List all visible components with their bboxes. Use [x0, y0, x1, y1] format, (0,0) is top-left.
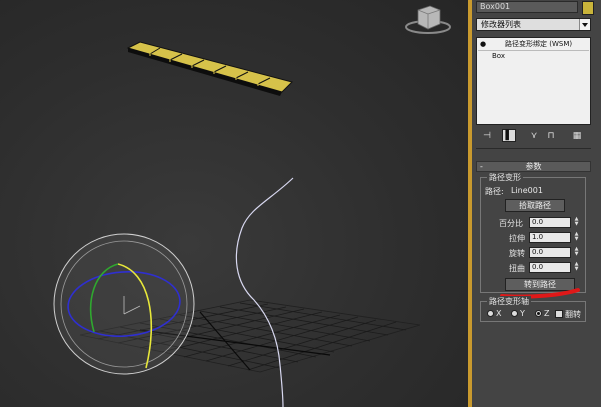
axis-x-radio[interactable] [487, 310, 494, 317]
stack-item-box[interactable]: Box [478, 50, 589, 62]
param-label-stretch: 拉伸 [509, 234, 525, 243]
rotation-spinner[interactable]: ▲ ▼ [573, 247, 580, 258]
percent-spinner[interactable]: ▲ ▼ [573, 217, 580, 228]
pin-stack-icon[interactable]: ⊣ [480, 129, 494, 142]
stretch-field[interactable]: 1.0 [529, 232, 571, 243]
move-to-path-button[interactable]: 转到路径 [505, 278, 575, 291]
param-label-rotation: 旋转 [509, 249, 525, 258]
show-end-result-icon[interactable]: ▌ [502, 129, 516, 142]
view-cube [405, 5, 451, 34]
make-unique-icon[interactable]: ⋎ [527, 129, 541, 142]
collapse-icon: - [480, 162, 483, 171]
rollout-title-label: 参数 [525, 162, 542, 171]
group-title: 路径变形 [487, 172, 523, 183]
path-deform-group: 路径变形 路径: Line001 拾取路径 百分比 0.0 ▲ ▼ 拉伸 1.0 … [480, 172, 586, 293]
percent-field[interactable]: 0.0 [529, 217, 571, 228]
path-deform-axis-group: 路径变形轴 X Y Z 翻转 [480, 296, 586, 322]
modifier-stack[interactable]: ● 路径变形绑定 (WSM) Box [476, 37, 591, 125]
twist-spinner[interactable]: ▲ ▼ [573, 262, 580, 273]
axis-z-radio[interactable] [535, 310, 542, 317]
modifier-list-dropdown[interactable]: 修改器列表 [476, 18, 591, 31]
rotation-field[interactable]: 0.0 [529, 247, 571, 258]
stretch-spinner[interactable]: ▲ ▼ [573, 232, 580, 243]
perspective-viewport[interactable] [0, 0, 470, 407]
modify-panel: Box001 修改器列表 ● 路径变形绑定 (WSM) Box ⊣ ▌ ⋎ ⊓ … [472, 0, 601, 407]
object-color-swatch[interactable] [582, 1, 594, 15]
pick-path-button[interactable]: 拾取路径 [505, 199, 565, 212]
parameters-rollout-title[interactable]: - 参数 [476, 161, 591, 172]
modifier-list-label: 修改器列表 [481, 20, 521, 29]
stack-item-pathdeform[interactable]: ● 路径变形绑定 (WSM) [478, 39, 589, 50]
configure-modifier-sets-icon[interactable]: ▦ [570, 129, 584, 142]
axis-y-radio[interactable] [511, 310, 518, 317]
box001-mesh [126, 41, 293, 96]
stack-item-label: 路径变形绑定 (WSM) [505, 40, 573, 48]
object-name-field[interactable]: Box001 [476, 1, 578, 13]
path-value: Line001 [511, 186, 543, 195]
chevron-down-icon [579, 19, 590, 30]
axis-y-label: Y [520, 309, 525, 318]
path-label: 路径: [485, 187, 504, 196]
panel-divider [476, 148, 591, 149]
lightbulb-icon[interactable]: ● [480, 39, 486, 50]
param-label-percent: 百分比 [499, 219, 523, 228]
path-spline-line001 [235, 177, 294, 407]
flip-label: 翻转 [565, 310, 581, 319]
axis-z-label: Z [544, 309, 550, 318]
rotate-gizmo [53, 233, 195, 375]
remove-modifier-icon[interactable]: ⊓ [544, 129, 558, 142]
param-label-twist: 扭曲 [509, 264, 525, 273]
axis-group-title: 路径变形轴 [487, 296, 531, 307]
flip-checkbox[interactable] [555, 310, 563, 318]
stack-item-label: Box [492, 52, 506, 60]
twist-field[interactable]: 0.0 [529, 262, 571, 273]
axis-x-label: X [496, 309, 502, 318]
